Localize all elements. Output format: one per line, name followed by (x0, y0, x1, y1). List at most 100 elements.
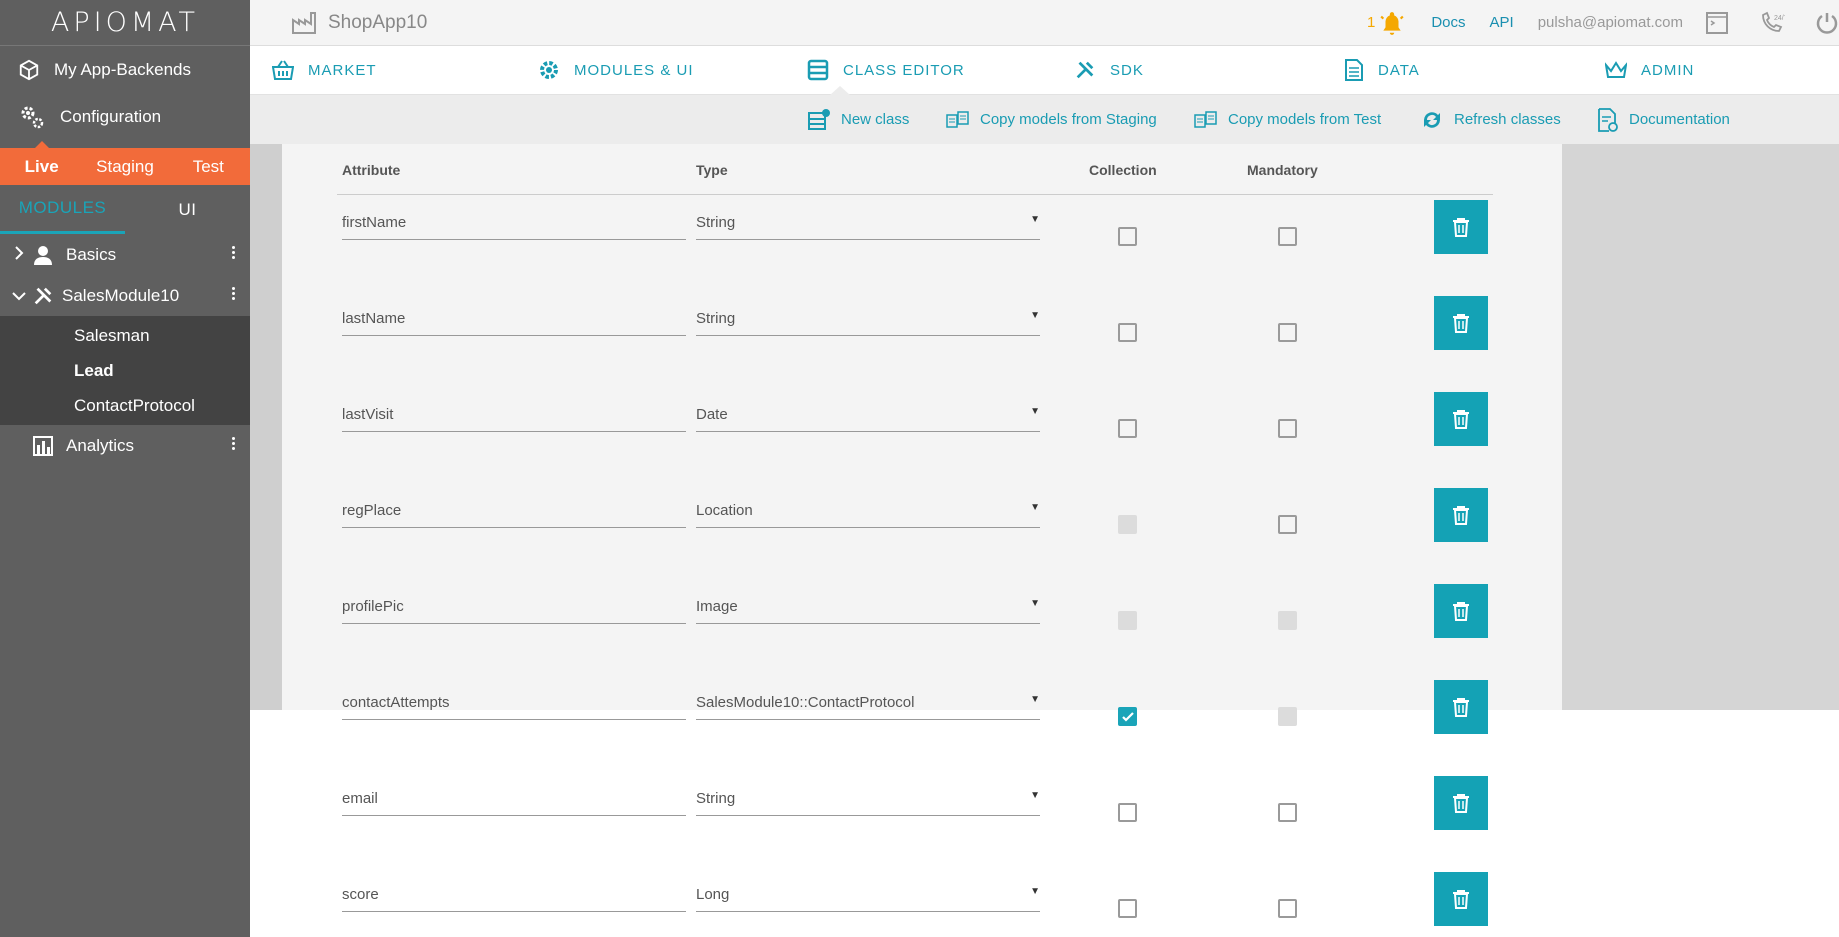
tab-ui[interactable]: UI (125, 185, 250, 234)
app-name[interactable]: ShopApp10 (292, 11, 428, 34)
module-salesmodule10[interactable]: SalesModule10 (0, 275, 250, 316)
mandatory-checkbox[interactable] (1278, 515, 1297, 534)
module-label: Basics (66, 244, 117, 264)
env-tab-staging[interactable]: Staging (83, 148, 166, 185)
collection-checkbox[interactable] (1118, 419, 1137, 438)
logo-text: APIOMAT (50, 7, 200, 38)
refresh-classes-button[interactable]: Refresh classes (1420, 95, 1561, 144)
support-phone-icon[interactable]: 24/7 (1759, 11, 1785, 35)
module-basics[interactable]: Basics (0, 234, 250, 275)
class-item-salesman[interactable]: Salesman (0, 318, 250, 353)
nav-admin[interactable]: ADMIN (1605, 46, 1694, 94)
mandatory-checkbox[interactable] (1278, 227, 1297, 246)
type-select-value: Long (696, 886, 730, 903)
env-tab-test[interactable]: Test (167, 148, 250, 185)
console-icon[interactable] (1705, 11, 1729, 35)
kebab-menu-icon[interactable] (232, 437, 236, 450)
refresh-label: Refresh classes (1454, 111, 1561, 128)
attribute-name-input[interactable]: contactAttempts (342, 680, 686, 720)
delete-attribute-button[interactable] (1434, 680, 1488, 734)
factory-icon (292, 11, 316, 34)
attribute-name-input[interactable]: firstName (342, 200, 686, 240)
delete-attribute-button[interactable] (1434, 200, 1488, 254)
type-select[interactable]: Location ▼ (696, 488, 1040, 528)
env-tab-live[interactable]: Live (0, 148, 83, 185)
attribute-table-header: Attribute Type Collection Mandatory (337, 144, 1493, 195)
dropdown-arrow-icon: ▼ (1030, 502, 1040, 513)
new-class-button[interactable]: New class (807, 95, 909, 144)
docs-link[interactable]: Docs (1431, 14, 1465, 31)
delete-attribute-button[interactable] (1434, 776, 1488, 830)
module-analytics[interactable]: Analytics (0, 425, 250, 466)
mandatory-checkbox[interactable] (1278, 899, 1297, 918)
nav-data[interactable]: DATA (1344, 46, 1420, 94)
trash-icon (1453, 602, 1469, 621)
documentation-label: Documentation (1629, 111, 1730, 128)
collection-checkbox[interactable] (1118, 611, 1137, 630)
mandatory-checkbox[interactable] (1278, 803, 1297, 822)
mandatory-checkbox[interactable] (1278, 707, 1297, 726)
copy-models-icon (1194, 110, 1217, 128)
sidebar-item-configuration[interactable]: Configuration (0, 93, 250, 140)
delete-attribute-button[interactable] (1434, 392, 1488, 446)
copy-from-test-button[interactable]: Copy models from Test (1194, 95, 1381, 144)
collection-checkbox[interactable] (1118, 515, 1137, 534)
type-select[interactable]: Long ▼ (696, 872, 1040, 912)
nav-sdk[interactable]: SDK (1074, 46, 1144, 94)
attribute-name-input[interactable]: lastVisit (342, 392, 686, 432)
type-select[interactable]: String ▼ (696, 296, 1040, 336)
copy-from-staging-button[interactable]: Copy models from Staging (946, 95, 1157, 144)
kebab-menu-icon[interactable] (232, 246, 236, 259)
documentation-button[interactable]: Documentation (1597, 95, 1730, 144)
collection-checkbox[interactable] (1118, 803, 1137, 822)
attribute-name-input[interactable]: email (342, 776, 686, 816)
type-select[interactable]: String ▼ (696, 776, 1040, 816)
type-select-value: Location (696, 502, 753, 519)
type-select[interactable]: SalesModule10::ContactProtocol ▼ (696, 680, 1040, 720)
class-item-contactprotocol[interactable]: ContactProtocol (0, 388, 250, 423)
chevron-right-icon[interactable] (0, 246, 28, 263)
chevron-down-icon[interactable] (0, 288, 28, 304)
delete-attribute-button[interactable] (1434, 872, 1488, 926)
collection-checkbox[interactable] (1118, 323, 1137, 342)
nav-label: MODULES & UI (574, 61, 694, 79)
header-collection: Collection (1089, 162, 1157, 178)
attribute-row: lastVisit Date ▼ (337, 392, 1493, 488)
attribute-name-input[interactable]: profilePic (342, 584, 686, 624)
nav-label: ADMIN (1641, 61, 1695, 79)
mandatory-checkbox[interactable] (1278, 323, 1297, 342)
mandatory-checkbox[interactable] (1278, 611, 1297, 630)
kebab-menu-icon[interactable] (232, 287, 236, 300)
app-name-label: ShopApp10 (328, 11, 428, 33)
delete-attribute-button[interactable] (1434, 296, 1488, 350)
type-select[interactable]: String ▼ (696, 200, 1040, 240)
type-select-value: String (696, 214, 736, 231)
document-icon (1345, 59, 1363, 81)
type-select[interactable]: Date ▼ (696, 392, 1040, 432)
nav-modules-ui[interactable]: MODULES & UI (538, 46, 694, 94)
tab-modules[interactable]: MODULES (0, 185, 125, 234)
user-email[interactable]: pulsha@apiomat.com (1538, 14, 1683, 31)
apiomat-logo[interactable]: APIOMAT (0, 0, 250, 46)
attribute-name-input[interactable]: regPlace (342, 488, 686, 528)
collection-checkbox[interactable] (1118, 707, 1137, 726)
dropdown-arrow-icon: ▼ (1030, 406, 1040, 417)
attribute-name-input[interactable]: score (342, 872, 686, 912)
notifications[interactable]: 1 (1367, 10, 1405, 36)
nav-market[interactable]: MARKET (272, 46, 377, 94)
collection-checkbox[interactable] (1118, 227, 1137, 246)
delete-attribute-button[interactable] (1434, 584, 1488, 638)
class-item-lead[interactable]: Lead (0, 353, 250, 388)
modal-overlay-right (1562, 144, 1839, 710)
power-icon[interactable] (1815, 11, 1839, 35)
api-link[interactable]: API (1490, 14, 1514, 31)
type-select-value: Image (696, 598, 738, 615)
collection-checkbox[interactable] (1118, 899, 1137, 918)
type-select[interactable]: Image ▼ (696, 584, 1040, 624)
mandatory-checkbox[interactable] (1278, 419, 1297, 438)
sidebar-item-my-app-backends[interactable]: My App-Backends (0, 46, 250, 93)
attribute-name-input[interactable]: lastName (342, 296, 686, 336)
sidebar-item-label: My App-Backends (54, 59, 192, 79)
cube-icon (19, 59, 39, 80)
delete-attribute-button[interactable] (1434, 488, 1488, 542)
